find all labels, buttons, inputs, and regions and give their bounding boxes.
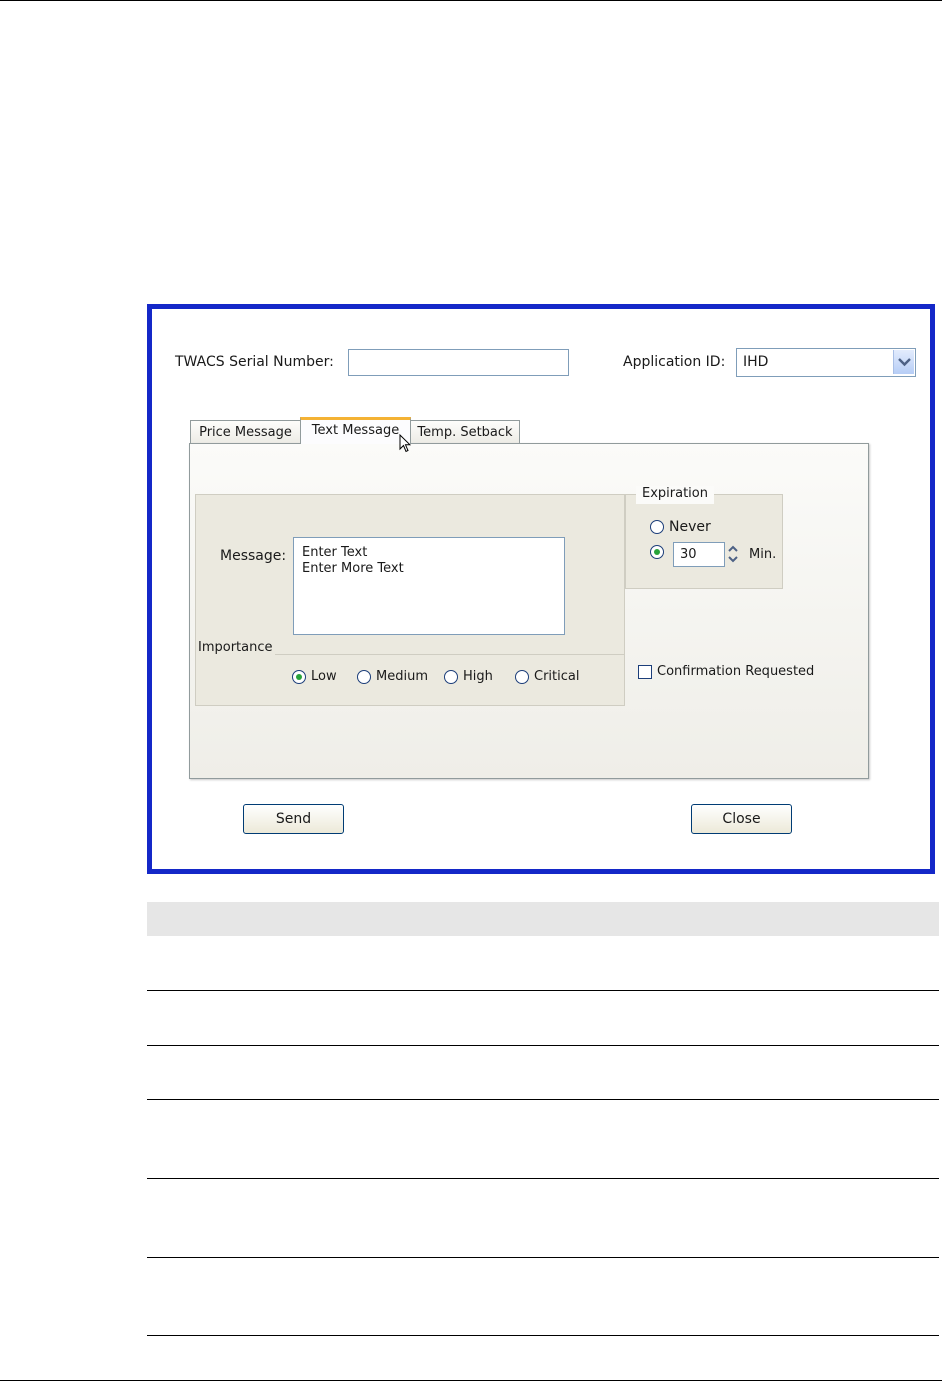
send-button[interactable]: Send	[243, 804, 344, 834]
importance-high-radio[interactable]	[444, 670, 458, 684]
expiration-minutes-input[interactable]: 30	[673, 542, 725, 567]
table-row-divider	[147, 1335, 939, 1336]
table-header	[147, 902, 939, 936]
application-id-label: Application ID:	[623, 354, 726, 370]
expiration-minutes-unit: Min.	[749, 547, 777, 562]
expiration-minutes-value: 30	[680, 547, 697, 562]
tab-price-message-label: Price Message	[199, 425, 292, 440]
importance-low-label: Low	[311, 669, 337, 684]
table-row-divider	[147, 1099, 939, 1100]
importance-medium-label: Medium	[376, 669, 428, 684]
message-line-2: Enter More Text	[302, 561, 404, 576]
importance-critical-radio[interactable]	[515, 670, 529, 684]
message-textarea[interactable]: Enter Text Enter More Text	[293, 537, 565, 635]
importance-low-radio[interactable]	[292, 670, 306, 684]
application-id-select[interactable]: IHD	[736, 348, 916, 377]
importance-high-label: High	[463, 669, 493, 684]
confirmation-checkbox[interactable]	[638, 665, 652, 679]
minutes-spinner-icon[interactable]	[725, 542, 741, 566]
table-row-divider	[147, 1045, 939, 1046]
tab-panel-text-message: Message: Enter Text Enter More Text Impo…	[189, 443, 869, 779]
expiration-legend: Expiration	[636, 486, 714, 504]
close-button[interactable]: Close	[691, 804, 792, 834]
importance-legend: Importance	[196, 640, 275, 655]
serial-number-input[interactable]	[348, 349, 569, 376]
confirmation-label: Confirmation Requested	[657, 664, 815, 679]
tab-text-message-active[interactable]: Text Message	[300, 417, 411, 444]
top-rule	[0, 0, 942, 1]
expiration-minutes-radio[interactable]	[650, 545, 664, 559]
tab-price-message[interactable]: Price Message	[190, 420, 301, 444]
tab-text-message-label: Text Message	[311, 423, 400, 438]
radio-selected-dot	[654, 549, 660, 555]
message-label: Message:	[220, 548, 287, 564]
send-message-dialog: TWACS Serial Number: Application ID: IHD…	[147, 304, 935, 874]
bottom-rule	[0, 1380, 942, 1381]
dropdown-button[interactable]	[893, 350, 914, 374]
chevron-down-icon	[898, 358, 911, 367]
table-row-divider	[147, 1178, 939, 1179]
table-row-divider	[147, 990, 939, 991]
tab-text-message[interactable]: Temp. Setback	[410, 420, 520, 444]
message-line-1: Enter Text	[302, 545, 368, 560]
mouse-cursor-icon	[399, 434, 411, 453]
radio-selected-dot	[296, 674, 302, 680]
importance-medium-radio[interactable]	[357, 670, 371, 684]
application-id-value: IHD	[743, 354, 769, 370]
tab-temp-setback-label: Temp. Setback	[417, 425, 513, 440]
expiration-never-radio[interactable]	[650, 520, 664, 534]
serial-number-label: TWACS Serial Number:	[175, 354, 334, 370]
table-row-divider	[147, 1257, 939, 1258]
expiration-never-label: Never	[669, 519, 711, 535]
importance-critical-label: Critical	[534, 669, 580, 684]
